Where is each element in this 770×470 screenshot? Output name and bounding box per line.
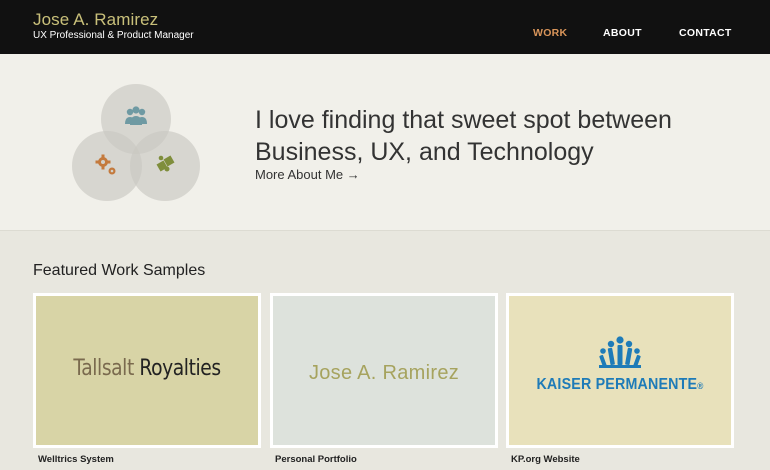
more-about-me-link[interactable]: More About Me →	[255, 167, 360, 182]
featured-heading: Featured Work Samples	[33, 262, 206, 279]
nav-contact[interactable]: CONTACT	[679, 27, 732, 39]
hero-headline-line1: I love finding that sweet spot between	[255, 106, 672, 134]
hero-section: I love finding that sweet spot between B…	[0, 54, 770, 231]
card-caption-portfolio[interactable]: Personal Portfolio	[275, 454, 357, 465]
kaiser-registered-mark: ®	[697, 381, 704, 391]
work-card-portfolio[interactable]: Jose A. Ramirez	[270, 293, 498, 448]
top-header: Jose A. Ramirez UX Professional & Produc…	[0, 0, 770, 54]
venn-diagram	[72, 84, 200, 201]
hero-headline-line2: Business, UX, and Technology	[255, 138, 594, 166]
hero-headline: I love finding that sweet spot between B…	[255, 104, 735, 168]
kaiser-logo-text: KAISER PERMANENTE®	[518, 376, 722, 394]
site-title[interactable]: Jose A. Ramirez	[33, 10, 158, 30]
nav-about[interactable]: ABOUT	[603, 27, 642, 39]
tallsalt-logo-word1: Tallsalt	[73, 356, 134, 381]
work-card-kaiser[interactable]: KAISER PERMANENTE®	[506, 293, 734, 448]
tallsalt-logo: Tallsalt Royalties	[53, 356, 242, 381]
kaiser-logo-wordmark: KAISER PERMANENTE	[536, 376, 698, 393]
kaiser-logo-icon	[599, 336, 641, 368]
portfolio-logo: Jose A. Ramirez	[308, 362, 460, 384]
card-caption-kp[interactable]: KP.org Website	[511, 454, 580, 465]
card-caption-welltrics[interactable]: Welltrics System	[38, 454, 114, 465]
work-card-tallsalt[interactable]: Tallsalt Royalties	[33, 293, 261, 448]
nav-work[interactable]: WORK	[533, 27, 567, 39]
tallsalt-logo-word2: Royalties	[139, 356, 221, 381]
site-tagline: UX Professional & Product Manager	[33, 30, 194, 41]
